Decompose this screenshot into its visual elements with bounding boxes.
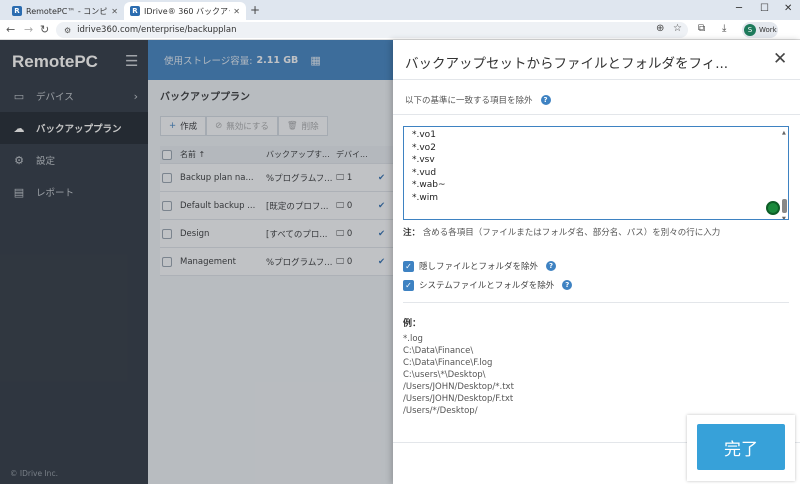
reload-icon[interactable]: ↻ bbox=[40, 23, 49, 36]
scroll-up-icon[interactable]: ▲ bbox=[782, 127, 786, 140]
checkbox-checked-icon[interactable]: ✓ bbox=[403, 260, 414, 272]
close-tab-icon[interactable]: ✕ bbox=[111, 7, 118, 16]
done-button-container: 完了 bbox=[687, 415, 795, 481]
note-text: 含める各項目（ファイルまたはフォルダ名、部分名、パス）を別々の行に入力 bbox=[422, 228, 721, 238]
close-tab-icon[interactable]: ✕ bbox=[233, 7, 240, 16]
sidebar-dim-overlay bbox=[0, 40, 148, 484]
example-item: C:\Data\Finance\ bbox=[403, 346, 474, 356]
example-item: *.log bbox=[403, 334, 423, 344]
browser-tab-idrive[interactable]: R IDrive® 360 バックアップコンソール ✕ bbox=[124, 2, 246, 20]
site-info-icon[interactable]: ⚙ bbox=[64, 26, 71, 35]
remotepc-favicon-icon: R bbox=[12, 6, 22, 16]
url-text: idrive360.com/enterprise/backupplan bbox=[77, 25, 237, 35]
extensions-icon[interactable]: ⧉ bbox=[698, 23, 705, 34]
exclude-patterns-textarea[interactable]: *.vo1 *.vo2 *.vsv *.vud *.wab~ *.wim ▲ ▼ bbox=[403, 126, 789, 220]
patterns-text: *.vo1 *.vo2 *.vsv *.vud *.wab~ *.wim bbox=[412, 130, 446, 203]
close-icon[interactable]: ✕ bbox=[773, 49, 787, 69]
example-item: /Users/JOHN/Desktop/F.txt bbox=[403, 394, 514, 404]
scrollbar[interactable]: ▲ ▼ bbox=[782, 127, 787, 219]
exclude-system-checkbox[interactable]: ✓ システムファイルとフォルダを除外 ? bbox=[403, 279, 573, 291]
profile-label: Work bbox=[759, 26, 777, 34]
new-tab-icon[interactable]: + bbox=[250, 3, 260, 17]
panel-title: バックアップセットからファイルとフォルダをフィ... bbox=[405, 56, 729, 72]
forward-icon[interactable]: → bbox=[24, 23, 33, 36]
checkbox-label: システムファイルとフォルダを除外 bbox=[419, 281, 555, 291]
avatar: S bbox=[744, 24, 756, 36]
idrive-favicon-icon: R bbox=[130, 6, 140, 16]
divider bbox=[393, 114, 800, 115]
maximize-icon[interactable]: ☐ bbox=[760, 3, 769, 14]
example-list: *.log C:\Data\Finance\ C:\Data\Finance\F… bbox=[403, 333, 514, 417]
bookmark-star-icon[interactable]: ☆ bbox=[673, 23, 682, 34]
browser-tab-remotepc[interactable]: R RemotePC™ - コンピューター ✕ bbox=[6, 2, 124, 20]
example-item: C:\users\*\Desktop\ bbox=[403, 370, 486, 380]
zoom-icon[interactable]: ⊕ bbox=[656, 23, 664, 34]
modal-backdrop[interactable] bbox=[148, 40, 393, 484]
example-item: /Users/JOHN/Desktop/*.txt bbox=[403, 382, 514, 392]
tab-title: IDrive® 360 バックアップコンソール bbox=[144, 6, 230, 16]
profile-button[interactable]: S Work bbox=[742, 22, 778, 38]
subtitle-text: 以下の基準に一致する項目を除外 bbox=[405, 96, 533, 106]
exclude-hidden-checkbox[interactable]: ✓ 隠しファイルとフォルダを除外 ? bbox=[403, 260, 557, 272]
scroll-down-icon[interactable]: ▼ bbox=[782, 213, 786, 219]
download-icon[interactable]: ⤓ bbox=[722, 23, 726, 34]
back-icon[interactable]: ← bbox=[6, 23, 15, 36]
example-item: C:\Data\Finance\F.log bbox=[403, 358, 493, 368]
tab-title: RemotePC™ - コンピューター bbox=[26, 6, 108, 16]
done-button[interactable]: 完了 bbox=[697, 424, 785, 470]
scrollbar-thumb[interactable] bbox=[782, 199, 787, 213]
address-bar-row: ← → ↻ ⚙ idrive360.com/enterprise/backupp… bbox=[0, 20, 800, 40]
url-field[interactable]: ⚙ idrive360.com/enterprise/backupplan bbox=[56, 22, 688, 38]
example-item: /Users/*/Desktop/ bbox=[403, 406, 478, 416]
grammarly-icon[interactable] bbox=[766, 201, 780, 215]
help-icon[interactable]: ? bbox=[546, 261, 557, 271]
checkbox-checked-icon[interactable]: ✓ bbox=[403, 279, 414, 291]
checkbox-label: 隠しファイルとフォルダを除外 bbox=[419, 262, 539, 272]
divider bbox=[403, 302, 789, 303]
panel-header: バックアップセットからファイルとフォルダをフィ... ✕ bbox=[393, 40, 800, 80]
window-close-icon[interactable]: ✕ bbox=[784, 3, 792, 14]
browser-tab-strip: R RemotePC™ - コンピューター ✕ R IDrive® 360 バッ… bbox=[0, 0, 800, 20]
help-icon[interactable]: ? bbox=[562, 280, 573, 290]
example-title: 例： bbox=[403, 319, 422, 329]
panel-subtitle: 以下の基準に一致する項目を除外 ? bbox=[405, 94, 551, 106]
note: 注： 含める各項目（ファイルまたはフォルダ名、部分名、パス）を別々の行に入力 bbox=[403, 226, 720, 238]
minimize-icon[interactable]: ─ bbox=[736, 3, 742, 14]
note-label: 注： bbox=[403, 228, 421, 238]
help-icon[interactable]: ? bbox=[540, 95, 551, 105]
